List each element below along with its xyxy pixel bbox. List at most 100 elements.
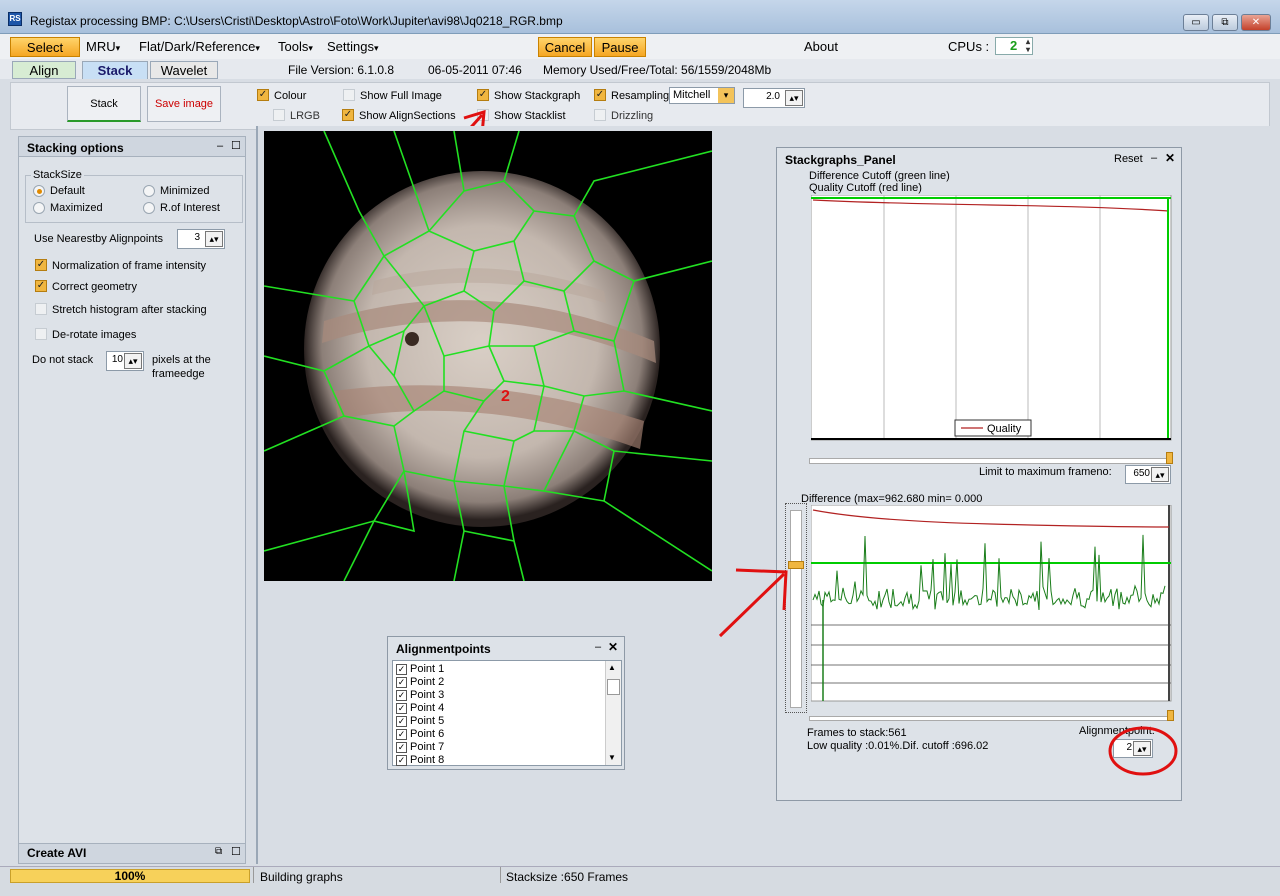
nearest-alignpoints-stepper[interactable]: 3 ▴▾ xyxy=(177,229,225,249)
restore-button[interactable]: ⧉ xyxy=(1212,14,1238,31)
maximize-icon[interactable]: ☐ xyxy=(231,845,241,858)
frameedge-stepper[interactable]: 10 ▴▾ xyxy=(106,351,144,371)
list-item[interactable]: ✓ Point 3 xyxy=(396,689,444,702)
limit-frameno-stepper[interactable]: 650 ▴▾ xyxy=(1125,465,1171,484)
resampling-select[interactable]: Mitchell ▾ xyxy=(669,87,735,104)
minimize-icon[interactable]: – xyxy=(1151,152,1157,164)
list-item[interactable]: ✓ Point 1 xyxy=(396,663,444,676)
radio-r-of-interest[interactable] xyxy=(143,202,155,214)
list-item-checkbox[interactable]: ✓ xyxy=(396,663,407,675)
list-item-label: Point 2 xyxy=(410,676,445,688)
minimize-icon[interactable]: – xyxy=(217,140,223,152)
frame-limit-slider-handle[interactable] xyxy=(1166,452,1173,464)
create-avi-title: Create AVI xyxy=(27,846,87,860)
stack-button[interactable]: Stack xyxy=(67,86,141,122)
list-item[interactable]: ✓ Point 7 xyxy=(396,741,444,754)
app-icon: RS xyxy=(8,12,22,26)
resampling-label: Resampling xyxy=(611,90,670,102)
difference-h-slider-handle[interactable] xyxy=(1167,710,1174,721)
tab-wavelet[interactable]: Wavelet xyxy=(150,61,218,79)
list-item[interactable]: ✓ Point 8 xyxy=(396,754,444,767)
list-scrollbar[interactable]: ▲ ▼ xyxy=(605,661,621,765)
correct-geometry-checkbox[interactable]: ✓ xyxy=(35,280,47,292)
jupiter-image[interactable]: 2 xyxy=(264,131,712,581)
frameedge-suffix-1: pixels at the xyxy=(152,354,211,366)
show-full-image-checkbox[interactable] xyxy=(343,89,355,101)
cancel-button[interactable]: Cancel xyxy=(538,37,592,57)
drizzling-checkbox[interactable] xyxy=(594,109,606,121)
cpus-label: CPUs : xyxy=(948,39,990,54)
normalization-checkbox[interactable]: ✓ xyxy=(35,259,47,271)
radio-maximized-label: Maximized xyxy=(50,202,103,214)
cpus-stepper[interactable]: 2 ▴ ▾ xyxy=(995,37,1033,55)
radio-r-of-interest-label: R.of Interest xyxy=(160,202,220,214)
radio-default[interactable] xyxy=(33,185,45,197)
status-message: Building graphs xyxy=(260,870,343,884)
frame-limit-slider[interactable] xyxy=(809,458,1171,464)
menu-mru-label: MRU xyxy=(86,39,116,54)
maximize-icon[interactable]: ☐ xyxy=(231,139,241,152)
resampling-checkbox[interactable]: ✓ xyxy=(594,89,606,101)
list-item-label: Point 5 xyxy=(410,715,445,727)
list-item-checkbox[interactable]: ✓ xyxy=(396,715,407,727)
menu-mru[interactable]: MRU▾ xyxy=(86,37,120,57)
minimize-icon[interactable]: – xyxy=(595,641,601,653)
alignmentpoints-list[interactable]: ✓ Point 1 ✓ Point 2 ✓ Point 3 ✓ Point 4 ✓ Point 5… xyxy=(392,660,622,766)
select-button[interactable]: Select xyxy=(10,37,80,57)
stretch-histogram-checkbox[interactable] xyxy=(35,303,47,315)
lrgb-label: LRGB xyxy=(290,110,320,122)
menu-settings[interactable]: Settings▾ xyxy=(327,37,379,57)
scroll-up-icon[interactable]: ▲ xyxy=(608,663,616,672)
list-item-checkbox[interactable]: ✓ xyxy=(396,754,407,766)
close-icon[interactable]: ✕ xyxy=(608,640,618,654)
spin-arrows-icon[interactable]: ▴▾ xyxy=(785,90,803,106)
list-item[interactable]: ✓ Point 2 xyxy=(396,676,444,689)
list-item[interactable]: ✓ Point 5 xyxy=(396,715,444,728)
tab-stack[interactable]: Stack xyxy=(82,61,148,79)
quality-graph[interactable] xyxy=(811,195,1173,443)
scale-stepper[interactable]: 2.0 ▴▾ xyxy=(743,88,805,108)
stacksize-group xyxy=(25,175,243,223)
tab-align[interactable]: Align xyxy=(12,61,76,79)
normalization-label: Normalization of frame intensity xyxy=(52,260,207,272)
scroll-down-icon[interactable]: ▼ xyxy=(608,753,616,762)
spin-arrows-icon[interactable]: ▴▾ xyxy=(1151,467,1169,482)
difference-graph[interactable] xyxy=(811,505,1173,703)
about-menu[interactable]: About xyxy=(804,37,838,57)
list-item-checkbox[interactable]: ✓ xyxy=(396,741,407,753)
list-item-checkbox[interactable]: ✓ xyxy=(396,676,407,688)
jupiter-canvas: 2 xyxy=(264,131,712,581)
spin-arrows-icon[interactable]: ▴▾ xyxy=(1026,38,1030,54)
list-item-checkbox[interactable]: ✓ xyxy=(396,689,407,701)
list-item-checkbox[interactable]: ✓ xyxy=(396,702,407,714)
close-button[interactable]: ✕ xyxy=(1241,14,1271,31)
close-icon[interactable]: ✕ xyxy=(1165,151,1175,165)
reset-button[interactable]: Reset xyxy=(1114,153,1143,165)
radio-minimized-label: Minimized xyxy=(160,185,210,197)
radio-maximized[interactable] xyxy=(33,202,45,214)
list-item[interactable]: ✓ Point 4 xyxy=(396,702,444,715)
limit-frameno-value: 650 xyxy=(1133,468,1150,479)
scroll-thumb[interactable] xyxy=(607,679,620,695)
spin-arrows-icon[interactable]: ▴▾ xyxy=(205,231,223,247)
spin-arrows-icon[interactable]: ▴▾ xyxy=(124,353,142,369)
save-image-button[interactable]: Save image xyxy=(147,86,221,122)
memory-info: Memory Used/Free/Total: 56/1559/2048Mb xyxy=(543,63,772,77)
lrgb-checkbox[interactable] xyxy=(273,109,285,121)
list-item-label: Point 3 xyxy=(410,689,445,701)
radio-minimized[interactable] xyxy=(143,185,155,197)
derotate-label: De-rotate images xyxy=(52,329,137,341)
minimize-button[interactable]: ▭ xyxy=(1183,14,1209,31)
derotate-checkbox[interactable] xyxy=(35,328,47,340)
alignmentpoints-title: Alignmentpoints xyxy=(396,642,491,656)
colour-checkbox[interactable]: ✓ xyxy=(257,89,269,101)
difference-h-slider[interactable] xyxy=(809,716,1171,721)
list-item[interactable]: ✓ Point 6 xyxy=(396,728,444,741)
menu-flat-dark[interactable]: Flat/Dark/Reference▾ xyxy=(139,37,260,57)
restore-icon[interactable]: ⧉ xyxy=(215,846,222,857)
show-alignsections-checkbox[interactable]: ✓ xyxy=(342,109,354,121)
pause-button[interactable]: Pause xyxy=(594,37,646,57)
list-item-checkbox[interactable]: ✓ xyxy=(396,728,407,740)
menu-tools[interactable]: Tools▾ xyxy=(278,37,313,57)
radio-default-label: Default xyxy=(50,185,85,197)
